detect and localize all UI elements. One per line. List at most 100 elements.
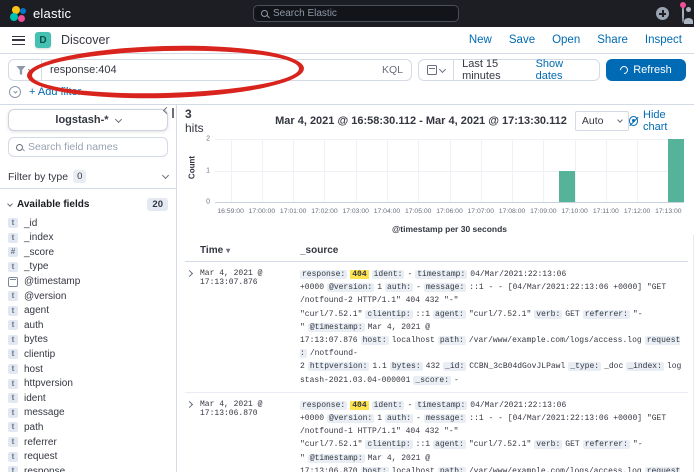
interval-select[interactable]: Auto [575, 111, 629, 131]
expand-row-icon[interactable] [186, 270, 193, 277]
available-fields-header[interactable]: Available fields 20 [8, 198, 168, 211]
document-row[interactable]: Mar 4, 2021 @ 17:13:07.876response:404id… [185, 262, 688, 393]
sidebar-field-httpversion[interactable]: thttpversion [8, 379, 168, 389]
sidebar-field-clientip[interactable]: tclientip [8, 349, 168, 359]
y-axis-label: Count [188, 148, 197, 188]
field-value: GET [565, 440, 579, 449]
column-source: _source [300, 245, 688, 256]
refresh-label: Refresh [633, 64, 672, 76]
documents-table: Time▾ _source Mar 4, 2021 @ 17:13:07.876… [185, 241, 688, 472]
nav-link-save[interactable]: Save [509, 34, 535, 46]
query-input[interactable]: response:404 KQL [41, 59, 412, 81]
x-tick-label: 17:03:00 [342, 208, 368, 215]
elastic-logo-icon[interactable] [10, 6, 26, 22]
help-icon[interactable] [656, 7, 669, 20]
string-field-icon: t [8, 291, 18, 301]
nav-link-inspect[interactable]: Inspect [645, 34, 682, 46]
time-range-value[interactable]: Last 15 minutes [454, 58, 536, 82]
sidebar-field-agent[interactable]: tagent [8, 306, 168, 316]
sidebar-field-host[interactable]: thost [8, 364, 168, 374]
string-field-icon: t [8, 466, 18, 472]
chevron-down-icon [439, 65, 446, 72]
nav-link-new[interactable]: New [469, 34, 492, 46]
nav-link-open[interactable]: Open [552, 34, 580, 46]
sidebar-field-@version[interactable]: t@version [8, 291, 168, 301]
collapse-sidebar-icon[interactable] [163, 108, 174, 118]
expand-row-icon[interactable] [186, 401, 193, 408]
field-value: /var/www/example.com/logs/access.log [469, 467, 642, 472]
sidebar-field-response[interactable]: t response [8, 466, 168, 472]
field-key: clientip: [365, 310, 412, 319]
filter-bar: + Add filter [0, 85, 694, 105]
field-name: referrer [24, 437, 57, 448]
nav-link-share[interactable]: Share [597, 34, 628, 46]
string-field-icon: t [8, 218, 18, 228]
available-fields-count: 20 [147, 198, 168, 211]
field-key: timestamp: [415, 401, 467, 410]
sidebar-field-@timestamp[interactable]: @timestamp [8, 276, 168, 286]
y-tick-label: 0 [206, 199, 210, 206]
global-search-input[interactable]: Search Elastic [253, 5, 459, 22]
global-header: elastic Search Elastic [0, 0, 694, 27]
sidebar-field-message[interactable]: tmessage [8, 408, 168, 418]
sidebar-field-path[interactable]: tpath [8, 422, 168, 432]
histogram-bar-17:09:30[interactable] [559, 171, 575, 203]
field-key: message: [424, 414, 466, 423]
document-row[interactable]: Mar 4, 2021 @ 17:13:06.870response:404id… [185, 393, 688, 472]
string-field-icon: t [8, 437, 18, 447]
sidebar-field-_score[interactable]: #_score [8, 247, 168, 257]
chevron-down-icon [617, 117, 623, 123]
field-name: host [24, 364, 43, 375]
date-quick-select-button[interactable] [419, 60, 454, 80]
field-key: response: [300, 401, 347, 410]
sidebar-field-_id[interactable]: t_id [8, 218, 168, 228]
table-header: Time▾ _source [185, 241, 688, 262]
string-field-icon: t [8, 364, 18, 374]
histogram-bar-17:13:00[interactable] [668, 139, 684, 202]
field-key: @version: [327, 414, 374, 423]
sidebar-field-auth[interactable]: tauth [8, 320, 168, 330]
string-field-icon: t [8, 379, 18, 389]
doc-source: response:404ident:-timestamp:04/Mar/2021… [300, 268, 688, 387]
field-key: auth: [385, 283, 413, 292]
filter-by-type-toggle[interactable]: Filter by type 0 [0, 165, 176, 189]
filter-options-icon[interactable] [9, 86, 21, 98]
field-name: response [24, 466, 65, 472]
filter-funnel-icon [16, 66, 26, 75]
field-key: path: [438, 467, 466, 472]
string-field-icon: t [8, 349, 18, 359]
highlighted-value: 404 [350, 401, 368, 410]
field-value: - [416, 414, 421, 423]
string-field-icon: t [8, 408, 18, 418]
saved-query-menu-button[interactable] [8, 59, 41, 81]
refresh-button[interactable]: Refresh [606, 59, 686, 81]
sidebar-field-referrer[interactable]: t referrer [8, 437, 168, 447]
show-dates-button[interactable]: Show dates [536, 58, 599, 82]
chevron-down-icon [28, 65, 35, 72]
field-key: referrer: [583, 440, 630, 449]
sidebar-field-bytes[interactable]: tbytes [8, 335, 168, 345]
index-pattern-selector[interactable]: logstash-* [8, 109, 168, 131]
sidebar-field-_index[interactable]: t_index [8, 233, 168, 243]
column-time[interactable]: Time▾ [200, 245, 300, 256]
field-key: timestamp: [415, 270, 467, 279]
sidebar-field-request[interactable]: trequest [8, 452, 168, 462]
field-key: agent: [433, 310, 466, 319]
sidebar-field-ident[interactable]: tident [8, 393, 168, 403]
sidebar-field-_type[interactable]: t_type [8, 262, 168, 272]
field-value: 1 [377, 414, 382, 423]
menu-icon[interactable] [12, 36, 25, 45]
user-avatar[interactable] [682, 5, 684, 23]
hide-chart-button[interactable]: Hide chart [629, 109, 688, 133]
chart-plot-area: 012 [215, 139, 684, 203]
sort-descending-icon[interactable]: ▾ [226, 246, 230, 255]
add-filter-button[interactable]: + Add filter [29, 86, 81, 98]
x-axis-ticks: 16:59:0017:00:0017:01:0017:02:0017:03:00… [215, 208, 684, 217]
field-key: _id: [443, 362, 466, 371]
field-key: path: [438, 336, 466, 345]
discover-app-icon[interactable]: D [35, 32, 51, 48]
query-language-button[interactable]: KQL [382, 64, 403, 76]
field-value: 1 [377, 283, 382, 292]
y-tick-label: 2 [206, 136, 210, 143]
field-search-input[interactable]: Search field names [8, 137, 168, 157]
